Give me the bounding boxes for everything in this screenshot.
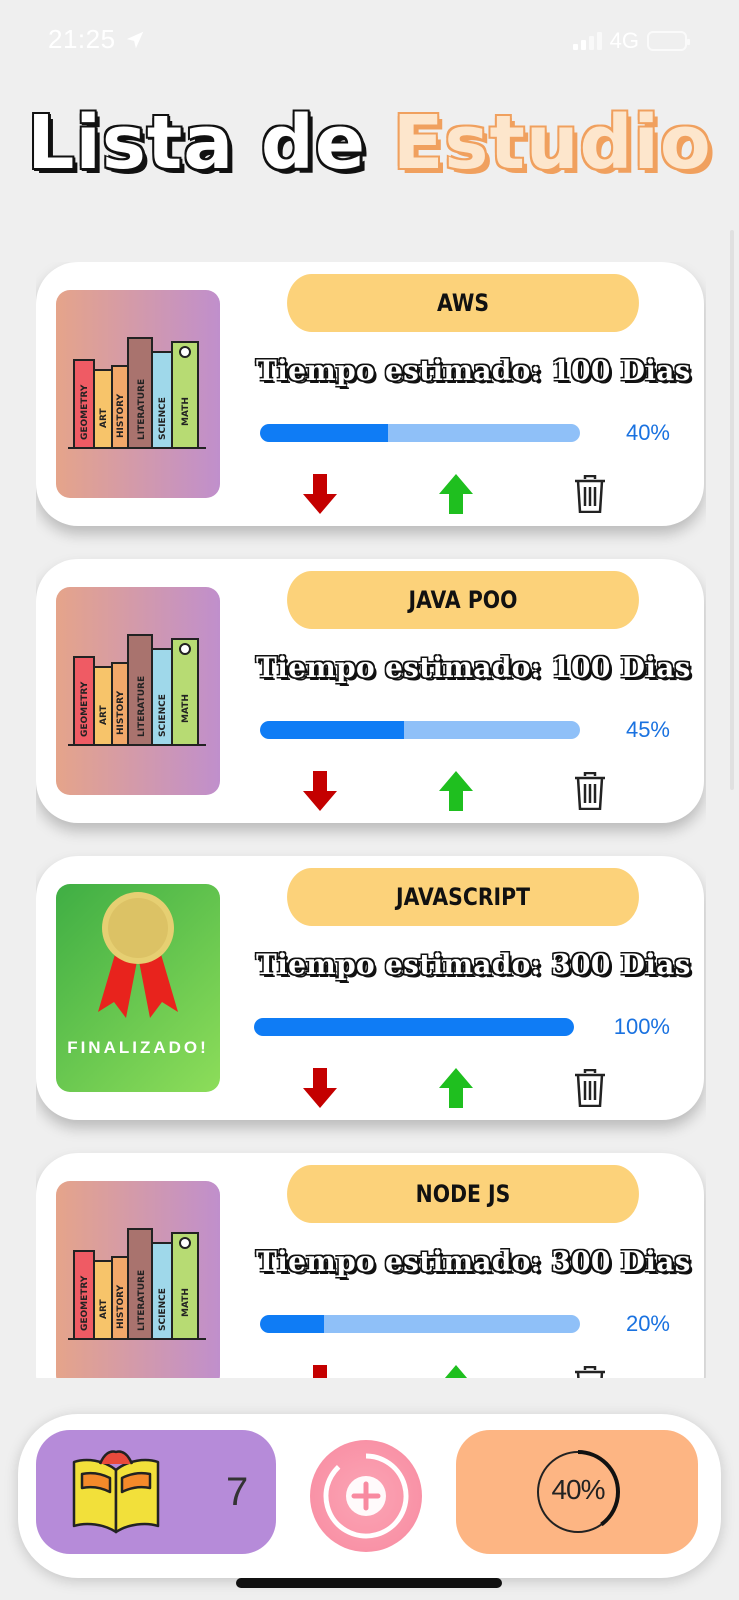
svg-text:ART: ART xyxy=(99,705,109,725)
books-icon: GEOMETRY ART HISTORY LITERATURE SCIENCE … xyxy=(56,290,220,498)
progress-fill xyxy=(260,721,404,739)
status-time: 21:25 xyxy=(48,24,116,54)
title-part-2: Estudio xyxy=(392,100,712,186)
svg-text:SCIENCE: SCIENCE xyxy=(158,1288,168,1331)
svg-text:LITERATURE: LITERATURE xyxy=(137,676,147,737)
books-icon: GEOMETRY ART HISTORY LITERATURE SCIENCE … xyxy=(56,587,220,795)
progress-percent: 100% xyxy=(613,1014,670,1039)
overall-progress-label: 40% xyxy=(551,1474,605,1505)
bottom-bar: 7 40% xyxy=(18,1414,721,1578)
delete-button[interactable] xyxy=(570,1363,610,1378)
increase-button[interactable] xyxy=(436,1363,476,1378)
course-name: JAVASCRIPT xyxy=(287,868,639,926)
svg-text:SCIENCE: SCIENCE xyxy=(158,694,168,737)
course-card: GEOMETRY ART HISTORY LITERATURE SCIENCE … xyxy=(36,559,704,823)
course-estimate: Tiempo estimado: 100 Dias xyxy=(256,651,691,684)
finalizado-label: FINALIZADO! xyxy=(67,1038,209,1057)
decrease-button[interactable] xyxy=(300,472,340,516)
title-part-1: Lista de xyxy=(27,100,367,186)
progress-fill xyxy=(254,1018,574,1036)
delete-button[interactable] xyxy=(570,769,610,813)
delete-button[interactable] xyxy=(570,1066,610,1110)
arrow-down-icon xyxy=(313,1365,327,1378)
course-estimate: Tiempo estimado: 300 Dias xyxy=(256,948,691,981)
status-bar: 21:25 4G xyxy=(0,0,739,80)
svg-text:MATH: MATH xyxy=(181,397,191,426)
trash-icon xyxy=(575,1366,605,1378)
svg-text:GEOMETRY: GEOMETRY xyxy=(80,1275,90,1331)
progress-bar xyxy=(254,1018,574,1036)
overall-progress-panel[interactable]: 40% xyxy=(456,1430,698,1554)
svg-text:HISTORY: HISTORY xyxy=(116,1284,126,1329)
svg-text:GEOMETRY: GEOMETRY xyxy=(80,384,90,440)
progress-percent: 45% xyxy=(625,717,670,742)
svg-text:LITERATURE: LITERATURE xyxy=(137,379,147,440)
course-name: NODE JS xyxy=(287,1165,639,1223)
page-title: Lista de Estudio xyxy=(0,100,739,186)
course-list[interactable]: GEOMETRY ART HISTORY LITERATURE SCIENCE … xyxy=(36,262,706,1378)
increase-button[interactable] xyxy=(436,1066,476,1110)
course-card: FINALIZADO! JAVASCRIPT Tiempo estimado: … xyxy=(36,856,704,1120)
network-label: 4G xyxy=(609,28,639,53)
arrow-down-icon xyxy=(303,1068,337,1108)
medal-icon: FINALIZADO! xyxy=(56,884,220,1092)
decrease-button[interactable] xyxy=(300,769,340,813)
trash-icon xyxy=(575,475,605,513)
books-icon: GEOMETRY ART HISTORY LITERATURE SCIENCE … xyxy=(56,1181,220,1378)
delete-button[interactable] xyxy=(570,472,610,516)
course-name: AWS xyxy=(287,274,639,332)
status-time-group: 21:25 xyxy=(48,24,146,55)
increase-button[interactable] xyxy=(436,472,476,516)
svg-text:LITERATURE: LITERATURE xyxy=(137,1270,147,1331)
scroll-indicator[interactable] xyxy=(730,230,734,790)
course-card: GEOMETRY ART HISTORY LITERATURE SCIENCE … xyxy=(36,1153,704,1378)
arrow-down-icon xyxy=(303,474,337,514)
progress-bar xyxy=(260,424,580,442)
arrow-up-icon xyxy=(439,474,473,514)
progress-percent: 40% xyxy=(625,420,670,445)
increase-button[interactable] xyxy=(436,769,476,813)
course-card: GEOMETRY ART HISTORY LITERATURE SCIENCE … xyxy=(36,262,704,526)
decrease-button[interactable] xyxy=(300,1066,340,1110)
svg-text:SCIENCE: SCIENCE xyxy=(158,397,168,440)
open-book-icon xyxy=(72,1450,160,1534)
plus-circle-icon xyxy=(323,1453,409,1539)
progress-bar xyxy=(260,721,580,739)
trash-icon xyxy=(575,1069,605,1107)
svg-text:GEOMETRY: GEOMETRY xyxy=(80,681,90,737)
arrow-up-icon xyxy=(444,1365,468,1378)
course-estimate: Tiempo estimado: 300 Dias xyxy=(256,1245,691,1278)
decrease-button[interactable] xyxy=(300,1363,340,1378)
svg-text:ART: ART xyxy=(99,1299,109,1319)
progress-percent: 20% xyxy=(625,1311,670,1336)
course-count-panel[interactable]: 7 xyxy=(36,1430,276,1554)
svg-text:MATH: MATH xyxy=(181,694,191,723)
arrow-up-icon xyxy=(439,771,473,811)
course-name: JAVA POO xyxy=(287,571,639,629)
svg-text:HISTORY: HISTORY xyxy=(116,690,126,735)
battery-icon xyxy=(647,31,690,51)
svg-text:ART: ART xyxy=(99,408,109,428)
progress-fill xyxy=(260,1315,324,1333)
signal-icon xyxy=(572,32,602,50)
svg-text:MATH: MATH xyxy=(181,1288,191,1317)
add-course-button[interactable] xyxy=(310,1440,422,1552)
progress-bar xyxy=(260,1315,580,1333)
location-arrow-icon xyxy=(126,31,143,48)
home-indicator[interactable] xyxy=(236,1578,502,1588)
arrow-up-icon xyxy=(439,1068,473,1108)
trash-icon xyxy=(575,772,605,810)
svg-text:HISTORY: HISTORY xyxy=(116,393,126,438)
course-count: 7 xyxy=(226,1470,249,1514)
status-right-group: 4G xyxy=(572,28,690,54)
progress-fill xyxy=(260,424,388,442)
course-estimate: Tiempo estimado: 100 Dias xyxy=(256,354,691,387)
arrow-down-icon xyxy=(303,771,337,811)
